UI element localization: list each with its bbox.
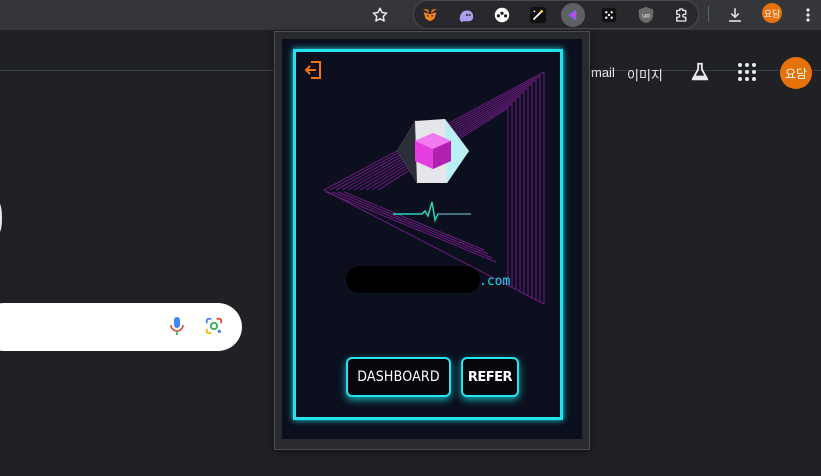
gmail-link[interactable]: mail — [591, 65, 615, 80]
menu-kebab-icon[interactable] — [795, 2, 821, 28]
game-icon[interactable] — [490, 3, 514, 27]
apps-grid-icon[interactable] — [737, 62, 757, 87]
ghost-icon[interactable] — [454, 3, 478, 27]
voice-search-icon[interactable] — [170, 316, 184, 341]
refer-button[interactable]: REFER — [461, 357, 519, 397]
dotted-star-icon[interactable] — [526, 3, 550, 27]
active-extension-icon[interactable] — [561, 3, 585, 27]
download-icon[interactable] — [722, 2, 748, 28]
labs-flask-icon[interactable] — [689, 61, 711, 88]
heartbeat-line-icon — [392, 200, 472, 229]
svg-text:uo: uo — [642, 13, 650, 20]
exit-icon[interactable] — [304, 60, 322, 85]
redacted-email-prefix — [346, 266, 480, 293]
metamask-icon[interactable] — [418, 3, 442, 27]
dots-icon[interactable] — [597, 3, 621, 27]
email-domain-suffix: .com — [479, 274, 511, 289]
browser-toolbar: uo 요담 — [0, 0, 821, 30]
images-link[interactable]: 이미지 — [627, 65, 663, 84]
google-lens-icon[interactable] — [205, 317, 223, 340]
google-logo-fragment — [0, 198, 6, 238]
bookmark-star-icon[interactable] — [367, 2, 393, 28]
dashboard-button[interactable]: DASHBOARD — [346, 357, 451, 397]
crystal-logo-icon — [393, 117, 473, 192]
google-profile-avatar[interactable]: 요담 — [780, 57, 812, 89]
profile-avatar[interactable]: 요담 — [762, 3, 782, 23]
toolbar-separator — [708, 6, 709, 22]
extensions-bar: uo — [413, 0, 699, 29]
puzzle-icon[interactable] — [670, 3, 694, 27]
ublock-icon[interactable]: uo — [634, 3, 658, 27]
